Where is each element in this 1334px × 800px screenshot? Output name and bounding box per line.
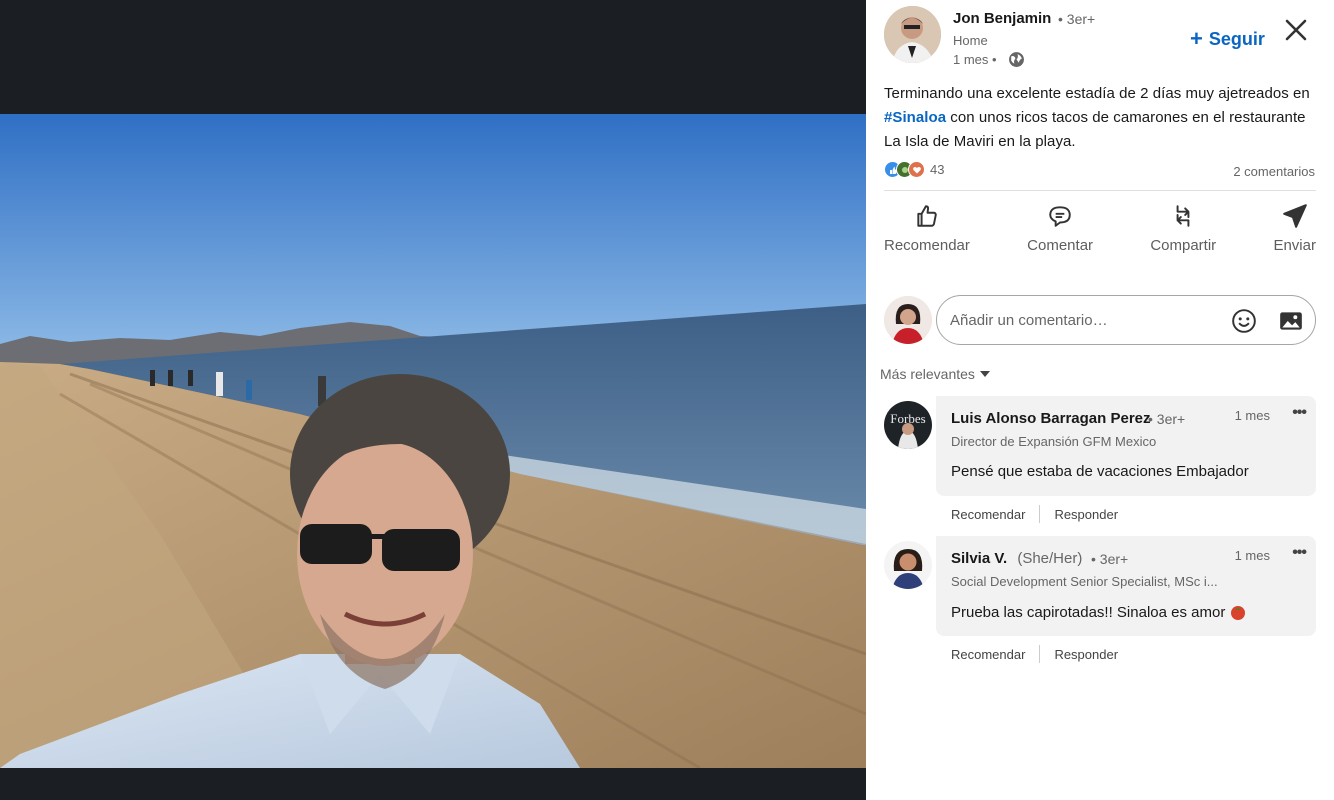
current-user-avatar-image	[884, 296, 932, 344]
comment-text: Prueba las capirotadas!! Sinaloa es amor	[951, 603, 1247, 621]
comment-label: Comentar	[1027, 237, 1094, 254]
commenter-pronouns: (She/Her)	[1017, 550, 1083, 567]
comment-icon	[1049, 206, 1071, 227]
hashtag-link[interactable]: #Sinaloa	[884, 109, 946, 126]
more-options-icon[interactable]: •••	[1292, 544, 1307, 562]
author-avatar-image	[884, 6, 941, 63]
divider	[884, 190, 1316, 191]
follow-label: Seguir	[1208, 28, 1265, 49]
media-panel	[0, 0, 866, 800]
more-options-icon[interactable]: •••	[1292, 404, 1307, 422]
post-text-part1: Terminando una excelente estadía de 2 dí…	[884, 85, 1310, 102]
commenter-name-wrap: Silvia V. (She/Her)	[951, 550, 1082, 567]
commenter-degree: • 3er+	[1091, 551, 1129, 567]
author-headline: Home	[953, 33, 988, 48]
post-photo[interactable]	[0, 114, 866, 768]
reactions-summary[interactable]: 43	[884, 161, 944, 178]
close-icon[interactable]	[1282, 16, 1310, 44]
author-avatar[interactable]	[884, 6, 941, 63]
image-icon[interactable]	[1278, 308, 1304, 334]
send-icon	[1282, 204, 1307, 228]
commenter-avatar[interactable]	[884, 541, 932, 589]
comment-text-content: Pensé que estaba de vacaciones Embajador	[951, 463, 1249, 480]
post-details-panel: Jon Benjamin • 3er+ Home 1 mes • + Segui…	[866, 0, 1334, 800]
author-connection-degree: • 3er+	[1058, 11, 1096, 27]
comment-reply-button[interactable]: Responder	[1054, 647, 1118, 662]
reactions-count: 43	[930, 162, 945, 177]
comment-placeholder: Añadir un comentario…	[950, 311, 1108, 329]
separator	[1039, 645, 1041, 663]
love-reaction-icon	[908, 161, 925, 178]
commenter-avatar[interactable]: Forbes	[884, 401, 932, 449]
comment-like-button[interactable]: Recomendar	[951, 647, 1025, 662]
comment-text-content: Prueba las capirotadas!! Sinaloa es amor	[951, 603, 1226, 621]
share-label: Compartir	[1150, 237, 1217, 254]
comments-count-link[interactable]: 2 comentarios	[1233, 164, 1315, 179]
post-timestamp: 1 mes •	[953, 52, 997, 67]
comment-bubble: Luis Alonso Barragan Perez • 3er+ Direct…	[936, 396, 1316, 496]
commenter-avatar-image	[884, 541, 932, 589]
author-name[interactable]: Jon Benjamin	[953, 10, 1051, 27]
sort-dropdown[interactable]: Más relevantes	[880, 366, 991, 382]
comment-button[interactable]: Comentar	[1027, 203, 1093, 254]
sort-label: Más relevantes	[880, 366, 975, 382]
separator	[1039, 505, 1041, 523]
plus-icon: +	[1190, 26, 1203, 51]
caret-down-icon	[979, 371, 990, 377]
post-text-part2: con unos ricos tacos de camarones en el …	[884, 109, 1306, 150]
comment-like-button[interactable]: Recomendar	[951, 507, 1025, 522]
repost-icon	[1176, 205, 1190, 227]
globe-icon	[1009, 52, 1024, 67]
send-label: Enviar	[1273, 237, 1316, 254]
like-button[interactable]: Recomendar	[884, 203, 970, 254]
comment-time: 1 mes	[1234, 548, 1270, 563]
share-button[interactable]: Compartir	[1150, 203, 1216, 254]
commenter-name[interactable]: Luis Alonso Barragan Perez	[951, 410, 1151, 427]
comment-reply-button[interactable]: Responder	[1054, 507, 1118, 522]
follow-button[interactable]: + Seguir	[1190, 26, 1265, 52]
beach-selfie-image	[0, 114, 866, 768]
tomato-icon	[1231, 606, 1246, 620]
commenter-degree: • 3er+	[1148, 411, 1186, 427]
current-user-avatar	[884, 296, 932, 344]
social-actions-bar: Recomendar Comentar Compartir Enviar	[884, 203, 1316, 254]
commenter-avatar-image: Forbes	[884, 401, 932, 449]
thumbs-up-icon	[917, 205, 937, 227]
comment-actions: Recomendar Responder	[951, 505, 1118, 523]
comment-time: 1 mes	[1234, 408, 1270, 423]
comment-text: Pensé que estaba de vacaciones Embajador	[951, 463, 1249, 480]
commenter-headline: Director de Expansión GFM Mexico	[951, 434, 1157, 449]
emoji-icon[interactable]	[1231, 308, 1257, 334]
commenter-name[interactable]: Silvia V.	[951, 550, 1007, 567]
send-button[interactable]: Enviar	[1273, 203, 1316, 254]
post-body: Terminando una excelente estadía de 2 dí…	[884, 82, 1324, 154]
like-label: Recomendar	[884, 237, 970, 254]
comment-input[interactable]: Añadir un comentario…	[936, 295, 1316, 345]
commenter-headline: Social Development Senior Specialist, MS…	[951, 574, 1218, 589]
comment-actions: Recomendar Responder	[951, 645, 1118, 663]
linkedin-post-viewer: Jon Benjamin • 3er+ Home 1 mes • + Segui…	[0, 0, 1334, 800]
comment-bubble: Silvia V. (She/Her) • 3er+ Social Develo…	[936, 536, 1316, 636]
